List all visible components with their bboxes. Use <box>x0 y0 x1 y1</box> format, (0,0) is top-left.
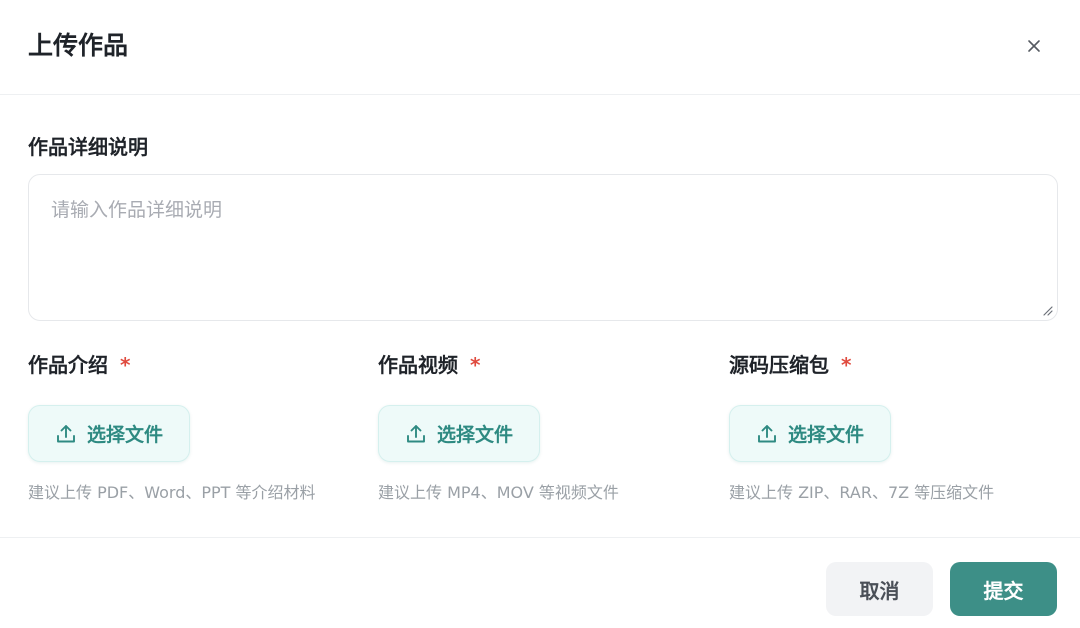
close-icon <box>1028 40 1040 52</box>
submit-button[interactable]: 提交 <box>950 562 1057 616</box>
description-field-wrapper <box>28 174 1058 321</box>
upload-intro-hint: 建议上传 PDF、Word、PPT 等介绍材料 <box>28 483 316 502</box>
upload-video-hint: 建议上传 MP4、MOV 等视频文件 <box>378 483 619 502</box>
upload-source-button-label: 选择文件 <box>787 424 864 446</box>
upload-intro-section: 作品介绍 * 选择文件 建议上传 PDF、Word、PPT 等介绍材料 <box>28 350 368 510</box>
upload-work-dialog: 上传作品 作品详细说明 作品介绍 * 选择文件 建议上传 PDF、Word、PP… <box>0 0 1080 628</box>
dialog-header: 上传作品 <box>0 0 1080 95</box>
cancel-button[interactable]: 取消 <box>826 562 933 616</box>
upload-icon <box>758 424 776 442</box>
description-textarea[interactable] <box>29 175 1057 320</box>
upload-source-hint: 建议上传 ZIP、RAR、7Z 等压缩文件 <box>729 483 995 502</box>
upload-source-label: 源码压缩包 * <box>729 350 1069 380</box>
upload-intro-button[interactable]: 选择文件 <box>28 405 190 462</box>
required-mark: * <box>120 353 131 377</box>
upload-video-section: 作品视频 * 选择文件 建议上传 MP4、MOV 等视频文件 <box>378 350 718 510</box>
upload-video-button[interactable]: 选择文件 <box>378 405 540 462</box>
upload-video-label-text: 作品视频 <box>378 353 458 377</box>
upload-source-label-text: 源码压缩包 <box>729 353 829 377</box>
upload-intro-label: 作品介绍 * <box>28 350 368 380</box>
upload-icon <box>57 424 75 442</box>
upload-source-button[interactable]: 选择文件 <box>729 405 891 462</box>
required-mark: * <box>470 353 481 377</box>
upload-video-button-label: 选择文件 <box>436 424 513 446</box>
dialog-footer: 取消 提交 <box>0 537 1080 628</box>
close-button[interactable] <box>1022 34 1046 58</box>
resize-handle-icon[interactable] <box>1041 304 1053 316</box>
required-mark: * <box>841 353 852 377</box>
upload-source-section: 源码压缩包 * 选择文件 建议上传 ZIP、RAR、7Z 等压缩文件 <box>729 350 1069 510</box>
upload-intro-label-text: 作品介绍 <box>28 353 108 377</box>
upload-video-label: 作品视频 * <box>378 350 718 380</box>
description-label: 作品详细说明 <box>28 135 148 159</box>
upload-icon <box>407 424 425 442</box>
dialog-title: 上传作品 <box>28 31 129 60</box>
upload-intro-button-label: 选择文件 <box>86 424 163 446</box>
